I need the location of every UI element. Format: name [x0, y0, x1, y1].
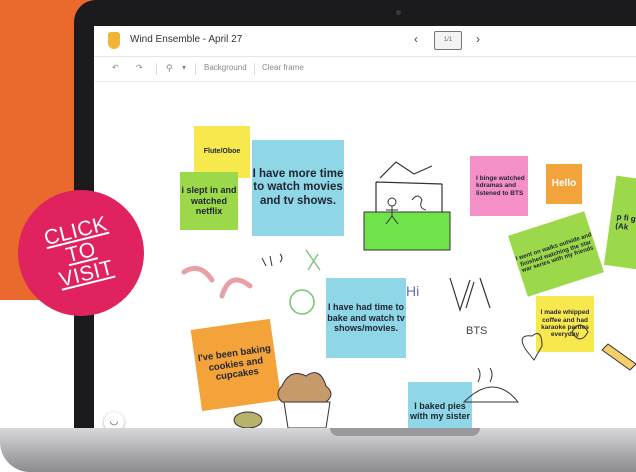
click-to-visit-button[interactable]: CLICK TO VISIT [18, 190, 144, 316]
heart-doodle [521, 333, 543, 361]
jamboard-logo-icon[interactable] [108, 32, 120, 49]
frame-bar-button[interactable]: 1/1 [434, 31, 462, 50]
cta-label: CLICK TO VISIT [41, 212, 116, 292]
doodle-drawings: Hi BTS [181, 161, 636, 429]
line-doodle [379, 161, 433, 179]
bts-logo-doodle [449, 277, 491, 312]
zoom-menu-chevron-icon[interactable]: ▾ [182, 63, 186, 72]
toolbar-divider [195, 63, 196, 75]
shell-doodle [571, 324, 589, 340]
next-frame-button[interactable]: › [476, 32, 480, 46]
webcam [396, 10, 401, 15]
previous-frame-button[interactable]: ‹ [414, 32, 418, 46]
cookie-doodle [233, 411, 263, 429]
title-bar: Wind Ensemble - April 27 ‹ 1/1 › [94, 26, 636, 57]
tv-frame-doodle [375, 181, 443, 212]
green-circle-doodle [289, 289, 315, 315]
bts-text-doodle: BTS [466, 325, 487, 337]
laptop-notch [330, 428, 480, 436]
clear-frame-button[interactable]: Clear frame [262, 63, 304, 72]
redo-icon[interactable]: ↷ [136, 63, 143, 72]
toolbar-divider [156, 63, 157, 75]
green-tv-doodle [363, 211, 451, 251]
laptop-base [0, 428, 636, 472]
pie-doodle [462, 386, 520, 403]
person-doodle [387, 197, 397, 207]
background-button[interactable]: Background [204, 63, 247, 72]
face-doodle [261, 253, 283, 267]
toolbar-divider [254, 63, 255, 75]
whiteboard-canvas[interactable]: ✎ ◡ Flute/Oboe I have more time to watch… [94, 82, 636, 430]
toolbar: ↶ ↷ ⚲ ▾ Background Clear frame [94, 57, 636, 82]
squiggle-doodle [411, 195, 427, 211]
muffin-cup-doodle [283, 401, 331, 429]
steam-doodle [477, 367, 493, 383]
pink-swirl-doodle [181, 265, 215, 283]
muffin-top-doodle [277, 372, 332, 403]
app-window: Wind Ensemble - April 27 ‹ 1/1 › ↶ ↷ ⚲ ▾… [94, 26, 636, 430]
zoom-icon[interactable]: ⚲ [166, 63, 173, 74]
hi-text-doodle: Hi [406, 283, 419, 299]
document-title[interactable]: Wind Ensemble - April 27 [130, 34, 242, 45]
undo-icon[interactable]: ↶ [112, 63, 119, 72]
pink-swirl-doodle [219, 277, 253, 299]
pencil-doodle [601, 343, 636, 371]
green-x-doodle [305, 249, 321, 271]
